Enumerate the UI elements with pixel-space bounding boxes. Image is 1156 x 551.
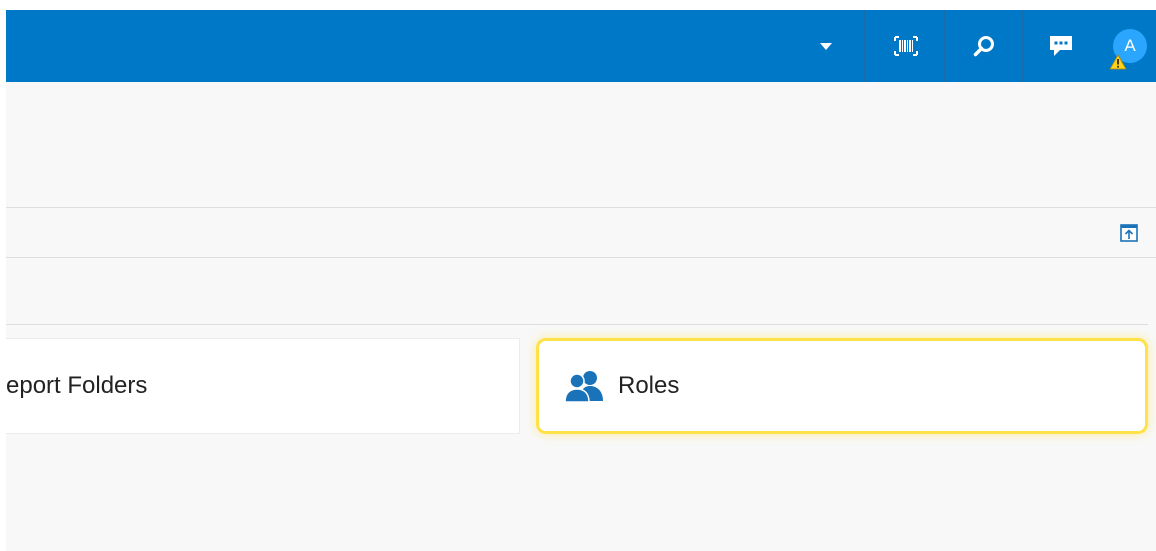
dropdown-button[interactable]: [806, 10, 846, 82]
chat-icon: [1050, 36, 1072, 56]
app-window: A eport Folders Roles: [6, 10, 1156, 551]
expand-panel-icon: [1120, 224, 1138, 242]
users-icon: [564, 371, 603, 403]
roles-card[interactable]: Roles: [536, 338, 1148, 434]
section-divider: [6, 207, 1156, 208]
search-button[interactable]: [964, 10, 1004, 82]
user-profile-button[interactable]: A: [1106, 10, 1154, 82]
card-label: eport Folders: [6, 372, 148, 399]
toolbar-divider: [864, 10, 865, 82]
search-icon: [973, 36, 994, 57]
toolbar-divider: [944, 10, 945, 82]
expand-panel-button[interactable]: [1120, 224, 1138, 242]
caret-down-icon: [820, 42, 832, 50]
section-divider: [6, 257, 1156, 258]
barcode-scan-icon: [894, 36, 918, 56]
avatar: A: [1109, 29, 1147, 70]
section-divider: [6, 324, 1148, 325]
toolbar-divider: [1022, 10, 1023, 82]
barcode-scan-button[interactable]: [886, 10, 926, 82]
card-label: Roles: [618, 372, 680, 399]
warning-icon: [1109, 54, 1127, 70]
top-navigation-bar: A: [6, 10, 1156, 82]
chat-button[interactable]: [1040, 10, 1082, 82]
report-folders-card[interactable]: eport Folders: [6, 338, 520, 434]
avatar-initial: A: [1124, 36, 1136, 55]
